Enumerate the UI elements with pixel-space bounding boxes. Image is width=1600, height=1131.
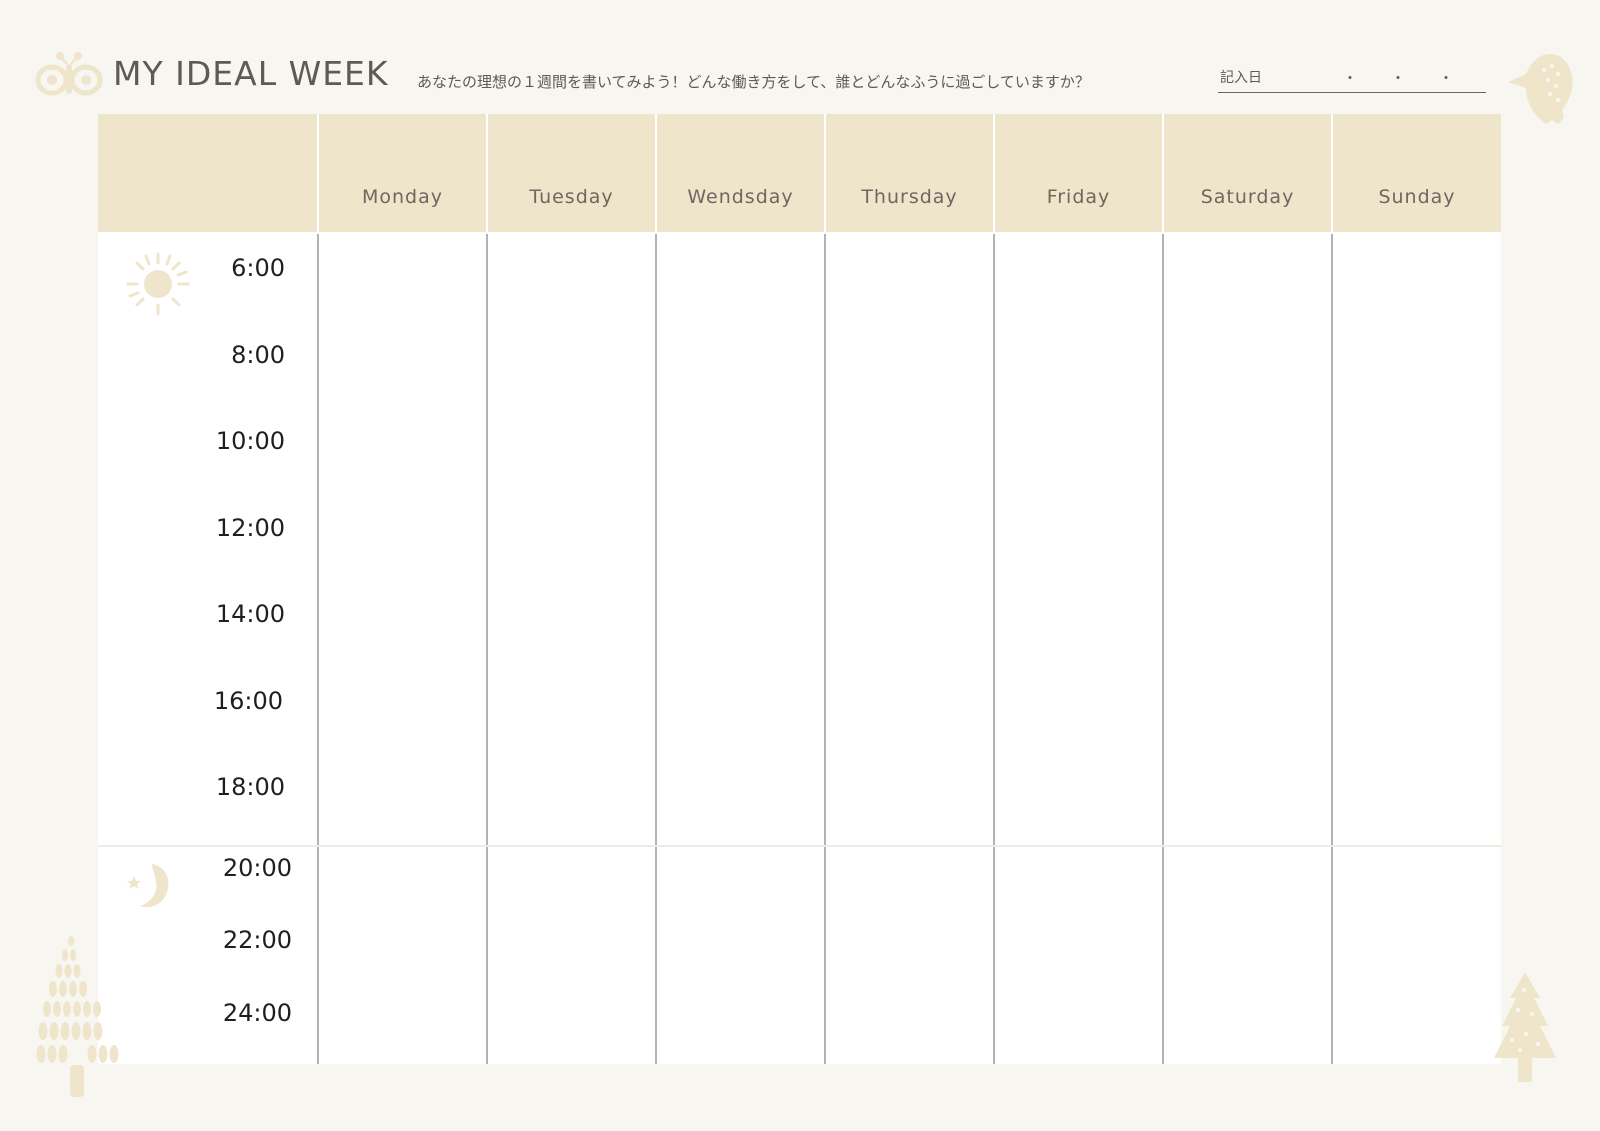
- day-header-tuesday: Tuesday: [529, 186, 614, 208]
- time-label: 24:00: [222, 999, 292, 1027]
- day-header-monday: Monday: [361, 186, 443, 208]
- time-label: 20:00: [222, 854, 292, 882]
- day-header-row: Monday Tuesday Wendsday Thursday Friday …: [98, 114, 1501, 232]
- date-separator: ・: [1343, 71, 1357, 87]
- butterfly-icon: [35, 52, 103, 96]
- column-divider: [993, 234, 995, 1064]
- moon-icon: [127, 864, 169, 908]
- date-separator: ・: [1439, 71, 1453, 87]
- column-divider: [486, 234, 488, 1064]
- day-header-sunday: Sunday: [1378, 186, 1456, 208]
- time-label: 6:00: [231, 254, 285, 282]
- weekly-schedule-grid: Monday Tuesday Wendsday Thursday Friday …: [98, 114, 1501, 1064]
- column-divider: [655, 234, 657, 1064]
- entry-date-label: 記入日: [1220, 70, 1262, 86]
- time-label: 18:00: [215, 773, 285, 801]
- time-header-cell: [98, 114, 317, 232]
- day-header-friday: Friday: [1046, 186, 1111, 208]
- night-section-divider: [98, 845, 1501, 847]
- time-label: 16:00: [213, 687, 283, 715]
- sun-icon: [126, 252, 190, 316]
- day-header-saturday: Saturday: [1200, 186, 1295, 208]
- time-label: 14:00: [215, 600, 285, 628]
- page-subtitle: あなたの理想の１週間を書いてみよう！どんな働き方をして、誰とどんなふうに過ごして…: [417, 73, 1090, 91]
- column-divider: [317, 234, 319, 1064]
- column-divider: [824, 234, 826, 1064]
- date-separator: ・: [1391, 71, 1405, 87]
- page-header: MY IDEAL WEEK あなたの理想の１週間を書いてみよう！どんな働き方をし…: [0, 0, 1600, 124]
- time-label: 8:00: [231, 341, 285, 369]
- time-label: 12:00: [215, 514, 285, 542]
- time-label: 22:00: [222, 926, 292, 954]
- page-title: MY IDEAL WEEK: [113, 54, 389, 93]
- column-divider: [1162, 234, 1164, 1064]
- time-label: 10:00: [215, 427, 285, 455]
- column-divider: [1331, 234, 1333, 1064]
- tree-icon: [36, 936, 119, 1097]
- day-header-thursday: Thursday: [861, 186, 958, 208]
- day-header-wednesday: Wendsday: [687, 186, 794, 208]
- bird-icon: [1508, 54, 1573, 124]
- entry-date-field[interactable]: 記入日 ・ ・ ・: [1218, 64, 1486, 93]
- tree-icon: [1494, 972, 1556, 1082]
